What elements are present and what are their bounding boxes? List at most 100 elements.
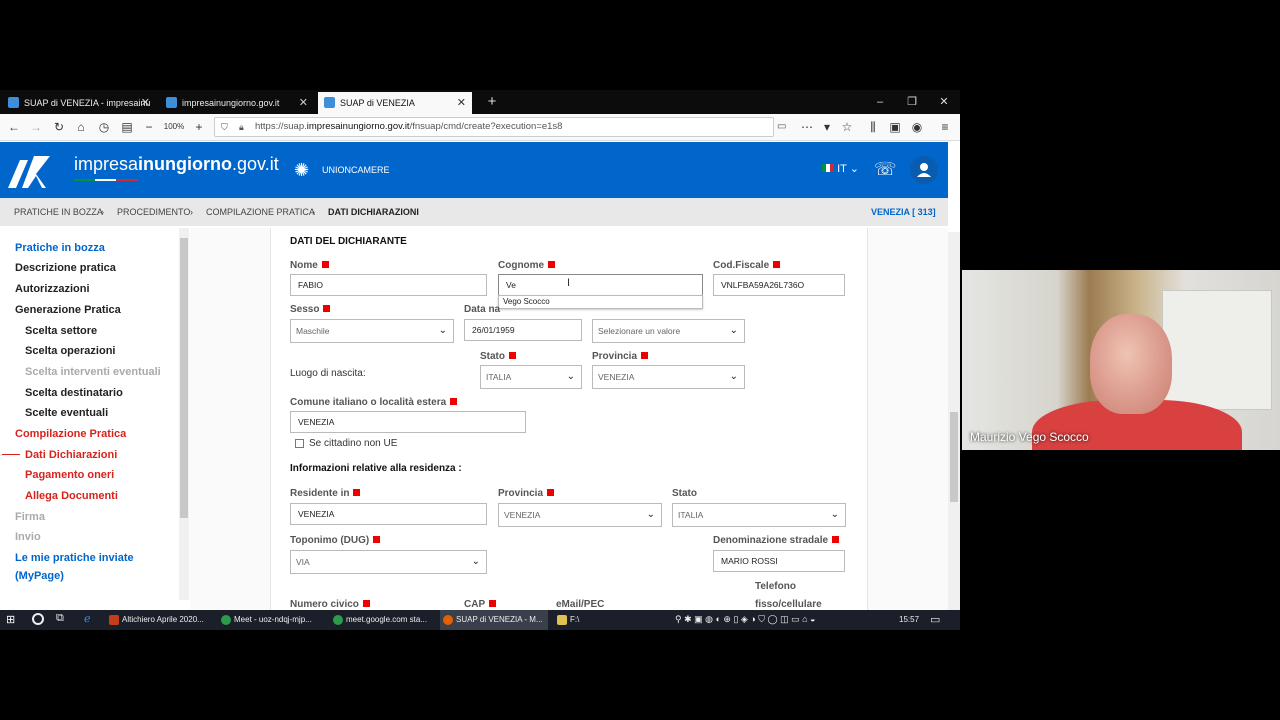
pocket-icon[interactable]: ▾ — [818, 118, 836, 136]
sidebar-item-scelte-eventuali[interactable]: Scelte eventuali — [25, 406, 108, 420]
clock[interactable]: 15:57 — [899, 615, 919, 624]
taskbar-item-explorer[interactable]: F:\ — [554, 610, 658, 630]
reload-icon[interactable]: ↻ — [50, 118, 68, 136]
comune-input[interactable]: VENEZIA — [290, 411, 526, 433]
breadcrumb-item[interactable]: COMPILAZIONE PRATICA — [206, 198, 315, 226]
sesso-select[interactable]: Maschile ⌄ — [290, 319, 454, 343]
forward-icon[interactable]: → — [27, 118, 45, 136]
firefox-icon — [443, 615, 453, 625]
breadcrumb-item[interactable]: PRATICHE IN BOZZA — [14, 198, 103, 226]
unioncamere-emblem-icon: ✺ — [294, 160, 310, 180]
close-tab-icon[interactable]: ✕ — [299, 92, 308, 114]
residente-input[interactable]: VENEZIA — [290, 503, 487, 525]
reader-view-icon[interactable]: ▭ — [777, 118, 786, 136]
sidebar-item-pratiche-inviate[interactable]: Le mie pratiche inviate — [15, 551, 134, 565]
taskbar-item-firefox[interactable]: SUAP di VENEZIA - M... — [440, 610, 548, 630]
notifications-icon[interactable]: ▭ — [930, 613, 940, 626]
edge-icon[interactable]: ℯ — [84, 612, 91, 625]
zoom-in-icon[interactable]: + — [190, 118, 208, 136]
denominazione-input[interactable]: MARIO ROSSI — [713, 550, 845, 572]
data-nascita-input[interactable]: 26/01/1959 — [464, 319, 582, 341]
sidebar-item-generazione-pratica[interactable]: Generazione Pratica — [15, 303, 121, 317]
close-tab-icon[interactable]: ✕ — [141, 92, 150, 114]
menu-icon[interactable]: ≡ — [936, 118, 954, 136]
participant-head — [1090, 314, 1172, 414]
luogo-nascita-label: Luogo di nascita: — [290, 368, 366, 379]
help-icon[interactable]: ☏ — [874, 158, 897, 180]
sidebar-item-scelta-operazioni[interactable]: Scelta operazioni — [25, 344, 115, 358]
chevron-down-icon: ⌄ — [438, 325, 447, 336]
library-icon[interactable]: ⫼ — [864, 118, 882, 136]
civico-label: Numero civico — [290, 599, 370, 610]
unioncamere-logo[interactable]: ✺ UNIONCAMERE — [294, 160, 390, 180]
user-icon — [917, 163, 931, 177]
res-provincia-select[interactable]: VENEZIA ⌄ — [498, 503, 662, 527]
site-name[interactable]: impresainungiorno.gov.it — [74, 154, 279, 175]
new-tab-icon[interactable]: + — [476, 90, 508, 114]
browser-tab-1[interactable]: SUAP di VENEZIA - impresainu ✕ — [2, 92, 156, 114]
sidebar-item-allega-documenti[interactable]: Allega Documenti — [25, 489, 118, 503]
toponimo-select[interactable]: VIA ⌄ — [290, 550, 487, 574]
scrollbar-thumb[interactable] — [950, 412, 958, 502]
account-icon[interactable]: ◉ — [908, 118, 926, 136]
print-icon[interactable]: ▤ — [118, 118, 136, 136]
close-window-icon[interactable]: ✕ — [928, 90, 960, 114]
codfiscale-label: Cod.Fiscale — [713, 260, 781, 271]
language-selector[interactable]: IT ⌄ — [822, 162, 859, 175]
sidebar-item-compilazione-pratica[interactable]: Compilazione Pratica — [15, 427, 126, 441]
chevron-down-icon: ⌄ — [646, 509, 655, 520]
zoom-out-icon[interactable]: − — [140, 118, 158, 136]
search-icon[interactable] — [32, 613, 44, 625]
sidebar-item-pagamento-oneri[interactable]: Pagamento oneri — [25, 468, 114, 482]
restore-icon[interactable]: ❐ — [896, 90, 928, 114]
url-prefix: https://suap. — [255, 121, 307, 132]
cognome-input[interactable]: Ve — [498, 274, 703, 296]
minimize-icon[interactable]: – — [864, 90, 896, 114]
stato-select[interactable]: ITALIA ⌄ — [480, 365, 582, 389]
sidebar-item-pratiche-in-bozza[interactable]: Pratiche in bozza — [15, 241, 105, 255]
page-scrollbar[interactable] — [948, 232, 960, 610]
site-logo-icon[interactable] — [6, 150, 52, 190]
back-icon[interactable]: ← — [5, 118, 23, 136]
taskbar-item-powerpoint[interactable]: Altichiero Aprile 2020... — [106, 610, 214, 630]
taskbar-item-meet[interactable]: Meet - uoz-ndqj-mjp... — [218, 610, 326, 630]
url-bar[interactable]: ⛉ 🔒︎ https://suap.impresainungiorno.gov.… — [214, 117, 786, 137]
bookmark-star-icon[interactable]: ☆ — [838, 118, 856, 136]
extra-select[interactable]: Selezionare un valore ⌄ — [592, 319, 745, 343]
provincia-select[interactable]: VENEZIA ⌄ — [592, 365, 745, 389]
close-tab-icon[interactable]: ✕ — [457, 92, 466, 114]
tray-icons[interactable]: ⚲ ✱ ▣ ◍ ◐ ⊕ ▯ ◈ ◑ ⛉ ◯ ◫ ▭ ⌂ ◒ — [675, 614, 816, 625]
sidebar-item-dati-dichiarazioni[interactable]: Dati Dichiarazioni — [25, 448, 117, 462]
breadcrumb-item[interactable]: PROCEDIMENTO — [117, 198, 190, 226]
chevron-down-icon: ⌄ — [830, 509, 839, 520]
codfiscale-input[interactable]: VNLFBA59A26L736O — [713, 274, 845, 296]
browser-tab-2[interactable]: impresainungiorno.gov.it ✕ — [160, 92, 314, 114]
windows-start-icon[interactable]: ⊞ — [6, 614, 18, 626]
sidebar-item-firma: Firma — [15, 511, 45, 523]
site-favicon-icon — [8, 97, 19, 108]
residence-section-title: Informazioni relative alla residenza : — [290, 463, 462, 474]
sidebar-scrollbar[interactable] — [179, 228, 189, 600]
history-icon[interactable]: ◷ — [95, 118, 113, 136]
nome-input[interactable]: FABIO — [290, 274, 487, 296]
sidebar-item-scelta-settore[interactable]: Scelta settore — [25, 324, 97, 338]
active-item-marker — [2, 454, 20, 455]
user-account-button[interactable] — [910, 156, 938, 184]
sidebar-item-descrizione-pratica[interactable]: Descrizione pratica — [15, 261, 116, 275]
scrollbar-thumb[interactable] — [180, 238, 188, 518]
non-ue-checkbox[interactable] — [295, 439, 304, 448]
home-icon[interactable]: ⌂ — [72, 118, 90, 136]
sidebar-item-scelta-interventi: Scelta interventi eventuali — [25, 366, 161, 378]
browser-tab-3[interactable]: SUAP di VENEZIA ✕ — [318, 92, 472, 114]
zoom-level[interactable]: 100% — [160, 118, 188, 136]
sidebar-toggle-icon[interactable]: ▣ — [886, 118, 904, 136]
res-stato-select[interactable]: ITALIA ⌄ — [672, 503, 846, 527]
page-actions-icon[interactable]: ⋯ — [798, 118, 816, 136]
sidebar-item-autorizzazioni[interactable]: Autorizzazioni — [15, 282, 90, 296]
stato-label: Stato — [480, 351, 516, 362]
autocomplete-suggestion[interactable]: Vego Scocco — [498, 295, 703, 309]
sidebar-item-mypage[interactable]: (MyPage) — [15, 569, 64, 583]
taskbar-item-meet-share[interactable]: meet.google.com sta... — [330, 610, 438, 630]
sidebar-item-scelta-destinatario[interactable]: Scelta destinatario — [25, 386, 123, 400]
task-view-icon[interactable]: ⧉ — [56, 612, 64, 625]
